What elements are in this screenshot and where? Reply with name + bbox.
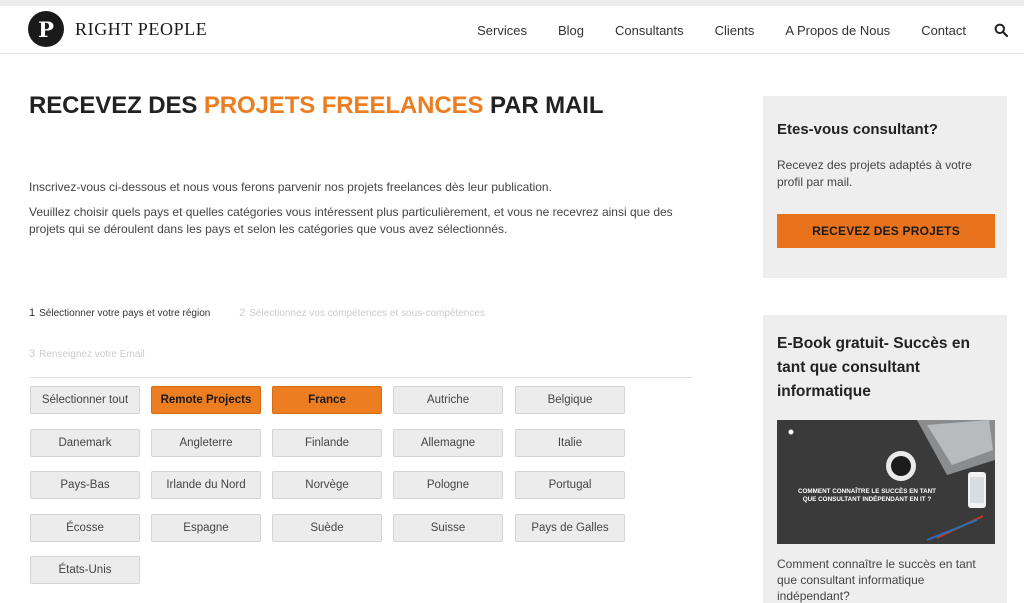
site-header: P RIGHT PEOPLE Services Blog Consultants… [0,0,1024,54]
step-1-number: 1 [29,307,36,319]
wizard-steps: 1 Sélectionner votre pays et votre région… [29,307,689,360]
consultant-card: Etes-vous consultant? Recevez des projet… [763,96,1007,278]
receive-projects-button[interactable]: RECEVEZ DES PROJETS [777,214,995,248]
intro-paragraph-1: Inscrivez-vous ci-dessous et nous vous f… [29,180,552,194]
option-button[interactable]: Pays-Bas [30,471,140,499]
step-1[interactable]: 1 Sélectionner votre pays et votre région [29,307,210,319]
option-button[interactable]: Danemark [30,429,140,457]
option-button[interactable]: Pays de Galles [515,514,625,542]
nav-item-contact[interactable]: Contact [921,23,966,38]
search-icon[interactable] [994,23,1008,37]
intro-text: Inscrivez-vous ci-dessous et nous vous f… [29,179,699,246]
ebook-card: E-Book gratuit- Succès en tant que consu… [763,315,1007,603]
title-part-1: RECEVEZ DES [29,92,204,119]
option-button[interactable]: Italie [515,429,625,457]
ebook-card-text: Comment connaître le succès en tant que … [777,557,976,603]
option-button[interactable]: Espagne [151,514,261,542]
title-part-2: PAR MAIL [483,92,604,119]
option-button[interactable]: Portugal [515,471,625,499]
ebook-cover-image[interactable]: COMMENT CONNAÎTRE LE SUCCÈS EN TANT QUE … [777,420,995,544]
page-title: RECEVEZ DES PROJETS FREELANCES PAR MAIL [29,92,604,120]
consultant-card-title: Etes-vous consultant? [777,121,938,138]
nav-item-consultants[interactable]: Consultants [615,23,684,38]
option-button[interactable]: Irlande du Nord [151,471,261,499]
intro-paragraph-2: Veuillez choisir quels pays et quelles c… [29,205,673,236]
logo-mark: P [28,11,64,47]
step-3-label: Renseignez votre Email [39,349,145,360]
step-2-label: Sélectionnez vos compétences et sous-com… [249,308,485,319]
option-button[interactable]: Écosse [30,514,140,542]
step-3[interactable]: 3 Renseignez votre Email [29,348,145,360]
steps-divider [29,377,692,378]
consultant-card-text: Recevez des projets adaptés à votre prof… [777,158,972,189]
option-button[interactable]: États-Unis [30,556,140,584]
ebook-cover-title: COMMENT CONNAÎTRE LE SUCCÈS EN TANT QUE … [797,488,937,503]
option-button[interactable]: Sélectionner tout [30,386,140,414]
step-1-label: Sélectionner votre pays et votre région [39,308,211,319]
option-button[interactable]: Angleterre [151,429,261,457]
main-nav: Services Blog Consultants Clients A Prop… [446,6,966,54]
step-3-number: 3 [29,348,36,360]
nav-item-clients[interactable]: Clients [715,23,755,38]
logo-text: RIGHT PEOPLE [75,18,208,39]
step-2-number: 2 [239,307,246,319]
option-button[interactable]: Suisse [393,514,503,542]
option-button[interactable]: Belgique [515,386,625,414]
option-button[interactable]: Remote Projects [151,386,261,414]
step-2[interactable]: 2 Sélectionnez vos compétences et sous-co… [239,307,485,319]
nav-item-a-propos[interactable]: A Propos de Nous [785,23,890,38]
option-button[interactable]: France [272,386,382,414]
logo[interactable]: P RIGHT PEOPLE [28,11,207,47]
ebook-card-title: E-Book gratuit- Succès en tant que consu… [777,335,970,400]
nav-item-blog[interactable]: Blog [558,23,584,38]
option-button[interactable]: Allemagne [393,429,503,457]
option-button[interactable]: Pologne [393,471,503,499]
option-button[interactable]: Autriche [393,386,503,414]
title-accent: PROJETS FREELANCES [203,92,484,119]
ebook-cover-illustration [777,420,995,544]
option-button[interactable]: Suède [272,514,382,542]
option-button[interactable]: Finlande [272,429,382,457]
option-button[interactable]: Norvège [272,471,382,499]
nav-item-services[interactable]: Services [477,23,527,38]
